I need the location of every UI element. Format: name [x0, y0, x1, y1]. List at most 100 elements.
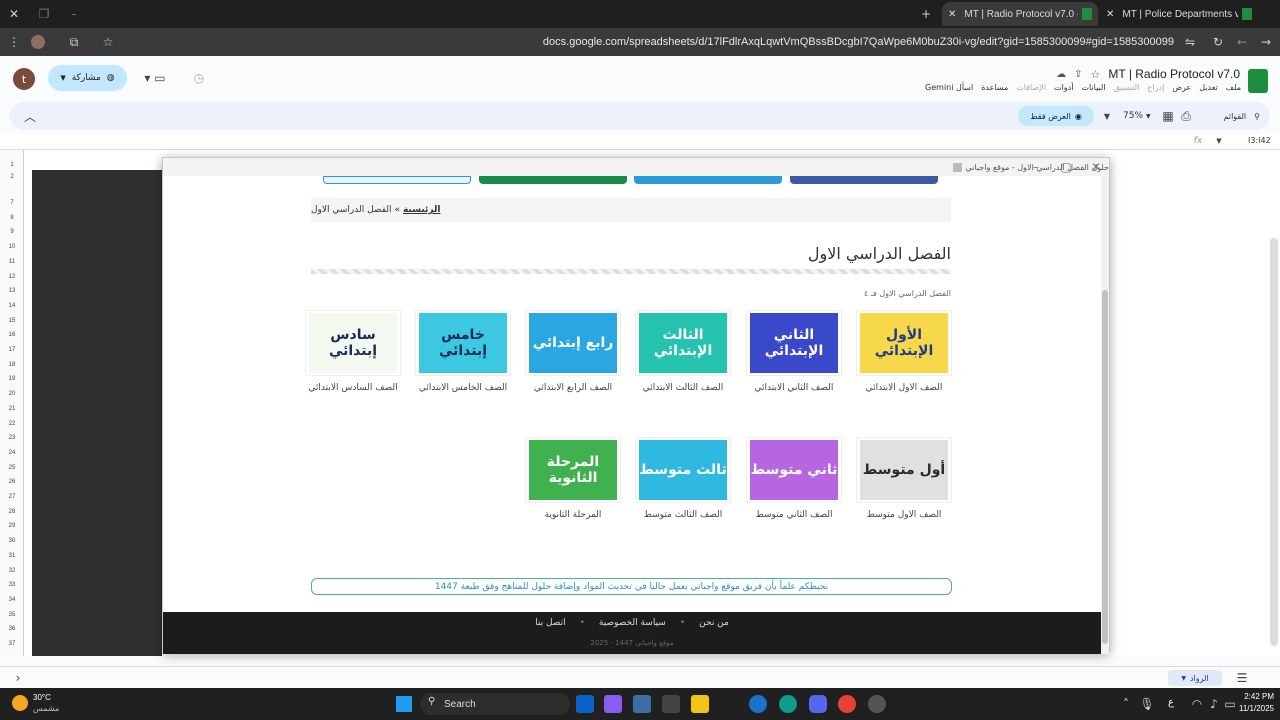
menu-tools[interactable]: أدوات: [1054, 83, 1073, 95]
taskbar-search[interactable]: ⚲ Search: [420, 693, 570, 715]
row-number[interactable]: 17: [0, 347, 24, 353]
row-number[interactable]: 34: [0, 597, 24, 603]
weather-temp[interactable]: 30°C: [33, 693, 51, 702]
row-number[interactable]: 28: [0, 509, 24, 515]
grid-icon[interactable]: ▦: [1160, 108, 1176, 124]
menu-file[interactable]: ملف: [1226, 83, 1241, 95]
top-button-1[interactable]: [323, 176, 471, 184]
grade-image[interactable]: رابع إبتدائي: [525, 310, 621, 376]
grade-image[interactable]: خامس إبتدائي: [415, 310, 511, 376]
grade-label[interactable]: الصف السادس الابتدائي: [305, 383, 401, 394]
move-icon[interactable]: ⇪: [1074, 69, 1082, 80]
row-number[interactable]: 15: [0, 318, 24, 324]
bookmark-star-icon[interactable]: ☆: [100, 34, 116, 50]
grade-image[interactable]: ثاني متوسط: [746, 437, 842, 503]
view-only-chip[interactable]: ◉ العرض فقط: [1018, 106, 1094, 126]
print-icon[interactable]: ⎙: [1178, 108, 1194, 124]
grade-card[interactable]: الثالث الإبتدائي الصف الثالث الابتدائي: [635, 310, 731, 394]
menu-gemini[interactable]: اسأل Gemini: [925, 83, 973, 95]
row-number[interactable]: 30: [0, 538, 24, 544]
menu-data[interactable]: البيانات: [1081, 83, 1105, 95]
grade-card[interactable]: سادس إبتدائي الصف السادس الابتدائي: [305, 310, 401, 394]
grade-image[interactable]: المرحلة الثانوية: [525, 437, 621, 503]
grade-label[interactable]: الصف الرابع الابتدائي: [525, 383, 621, 394]
discord-icon[interactable]: [809, 695, 827, 713]
close-tab-icon[interactable]: ✕: [948, 9, 956, 20]
account-avatar[interactable]: t: [13, 68, 35, 90]
language-indicator[interactable]: ع: [1168, 697, 1174, 708]
row-number[interactable]: 23: [0, 435, 24, 441]
footer-link-about[interactable]: من نحن: [699, 618, 729, 628]
row-number[interactable]: 25: [0, 465, 24, 471]
menu-edit[interactable]: تعديل: [1199, 83, 1218, 95]
menus-search[interactable]: القوائم ⚲: [1200, 108, 1260, 124]
tray-overflow-icon[interactable]: ˄: [1118, 696, 1134, 712]
collapse-chevron-icon[interactable]: ︿: [22, 108, 38, 124]
clock-date[interactable]: 11/1/2025: [1228, 704, 1274, 713]
all-sheets-icon[interactable]: ☰: [1234, 670, 1250, 686]
wifi-icon[interactable]: ◠: [1190, 696, 1204, 712]
grade-image[interactable]: الأول الإبتدائي: [856, 310, 952, 376]
menu-extensions[interactable]: الإضافات: [1016, 83, 1046, 95]
sheet-scrollbar-thumb[interactable]: [1270, 238, 1278, 646]
expand-chevron-icon[interactable]: ›: [10, 670, 26, 686]
row-number[interactable]: 16: [0, 332, 24, 338]
row-number[interactable]: 21: [0, 406, 24, 412]
menu-dots-icon[interactable]: ⋮: [6, 34, 22, 50]
grade-image[interactable]: سادس إبتدائي: [305, 310, 401, 376]
meet-icon[interactable]: ▾ ▭: [140, 69, 170, 87]
row-number[interactable]: 37: [0, 641, 24, 647]
defender-icon[interactable]: [633, 695, 651, 713]
grade-card[interactable]: ثاني متوسط الصف الثاني متوسط: [746, 437, 842, 521]
grade-label[interactable]: الصف الثالث الابتدائي: [635, 383, 731, 394]
chrome-icon[interactable]: [838, 695, 856, 713]
row-number[interactable]: 18: [0, 362, 24, 368]
row-number[interactable]: 20: [0, 391, 24, 397]
edge-icon[interactable]: [749, 695, 767, 713]
chrome-active-icon[interactable]: [868, 695, 886, 713]
grade-card[interactable]: رابع إبتدائي الصف الرابع الابتدائي: [525, 310, 621, 394]
footer-link-contact[interactable]: اتصل بنا: [535, 618, 565, 628]
row-number[interactable]: 31: [0, 553, 24, 559]
windows-start-icon[interactable]: [396, 696, 412, 712]
grade-label[interactable]: الصف الخامس الابتدائي: [415, 383, 511, 394]
row-number[interactable]: 36: [0, 626, 24, 632]
grade-label[interactable]: المرحلة الثانوية: [525, 510, 621, 521]
grade-card[interactable]: خامس إبتدائي الصف الخامس الابتدائي: [415, 310, 511, 394]
grade-card[interactable]: ثالث متوسط الصف الثالث متوسط: [635, 437, 731, 521]
top-button-2[interactable]: [479, 176, 627, 184]
grade-label[interactable]: الصف الاول متوسط: [856, 510, 952, 521]
grade-image[interactable]: أول متوسط: [856, 437, 952, 503]
edge-dev-icon[interactable]: [779, 695, 797, 713]
name-box-dropdown-icon[interactable]: ▼: [1212, 134, 1226, 148]
row-number[interactable]: 11: [0, 259, 24, 265]
breadcrumb-home[interactable]: الرئيسية: [403, 205, 440, 215]
store-icon[interactable]: [662, 695, 680, 713]
grade-card[interactable]: الثاني الإبتدائي الصف الثاني الابتدائي: [746, 310, 842, 394]
name-box[interactable]: I3:I42: [1248, 136, 1276, 148]
menu-help[interactable]: مساعدة: [981, 83, 1008, 95]
tab-radio-protocol[interactable]: ✕ MT | Radio Protocol v7.0 - بيانات: [942, 2, 1098, 26]
top-button-4[interactable]: [790, 176, 938, 184]
menu-format[interactable]: التنسيق: [1114, 83, 1140, 95]
reload-icon[interactable]: ↻: [1210, 34, 1226, 50]
grade-card[interactable]: أول متوسط الصف الاول متوسط: [856, 437, 952, 521]
sheets-logo-icon[interactable]: [1248, 69, 1268, 93]
grade-label[interactable]: الصف الثالث متوسط: [635, 510, 731, 521]
zoom-select[interactable]: 75% ▼: [1123, 108, 1165, 124]
back-icon[interactable]: →: [1258, 34, 1274, 50]
grade-card[interactable]: الأول الإبتدائي الصف الاول الابتدائي: [856, 310, 952, 394]
row-number[interactable]: 13: [0, 288, 24, 294]
menu-insert[interactable]: إدراج: [1147, 83, 1164, 95]
site-settings-icon[interactable]: ⇋: [1182, 34, 1198, 50]
restore-icon[interactable]: ❐: [36, 6, 52, 22]
volume-icon[interactable]: ♪: [1207, 696, 1221, 712]
extensions-icon[interactable]: ⧉: [66, 34, 82, 50]
row-number[interactable]: 35: [0, 612, 24, 618]
clock-time[interactable]: 2:42 PM: [1238, 692, 1274, 701]
history-icon[interactable]: ◷: [190, 69, 208, 87]
star-icon[interactable]: ☆: [1091, 68, 1101, 81]
profile-avatar[interactable]: [31, 35, 45, 49]
popup-maximize-icon[interactable]: ▢: [1059, 160, 1073, 174]
popup-minimize-icon[interactable]: –: [1029, 160, 1043, 174]
